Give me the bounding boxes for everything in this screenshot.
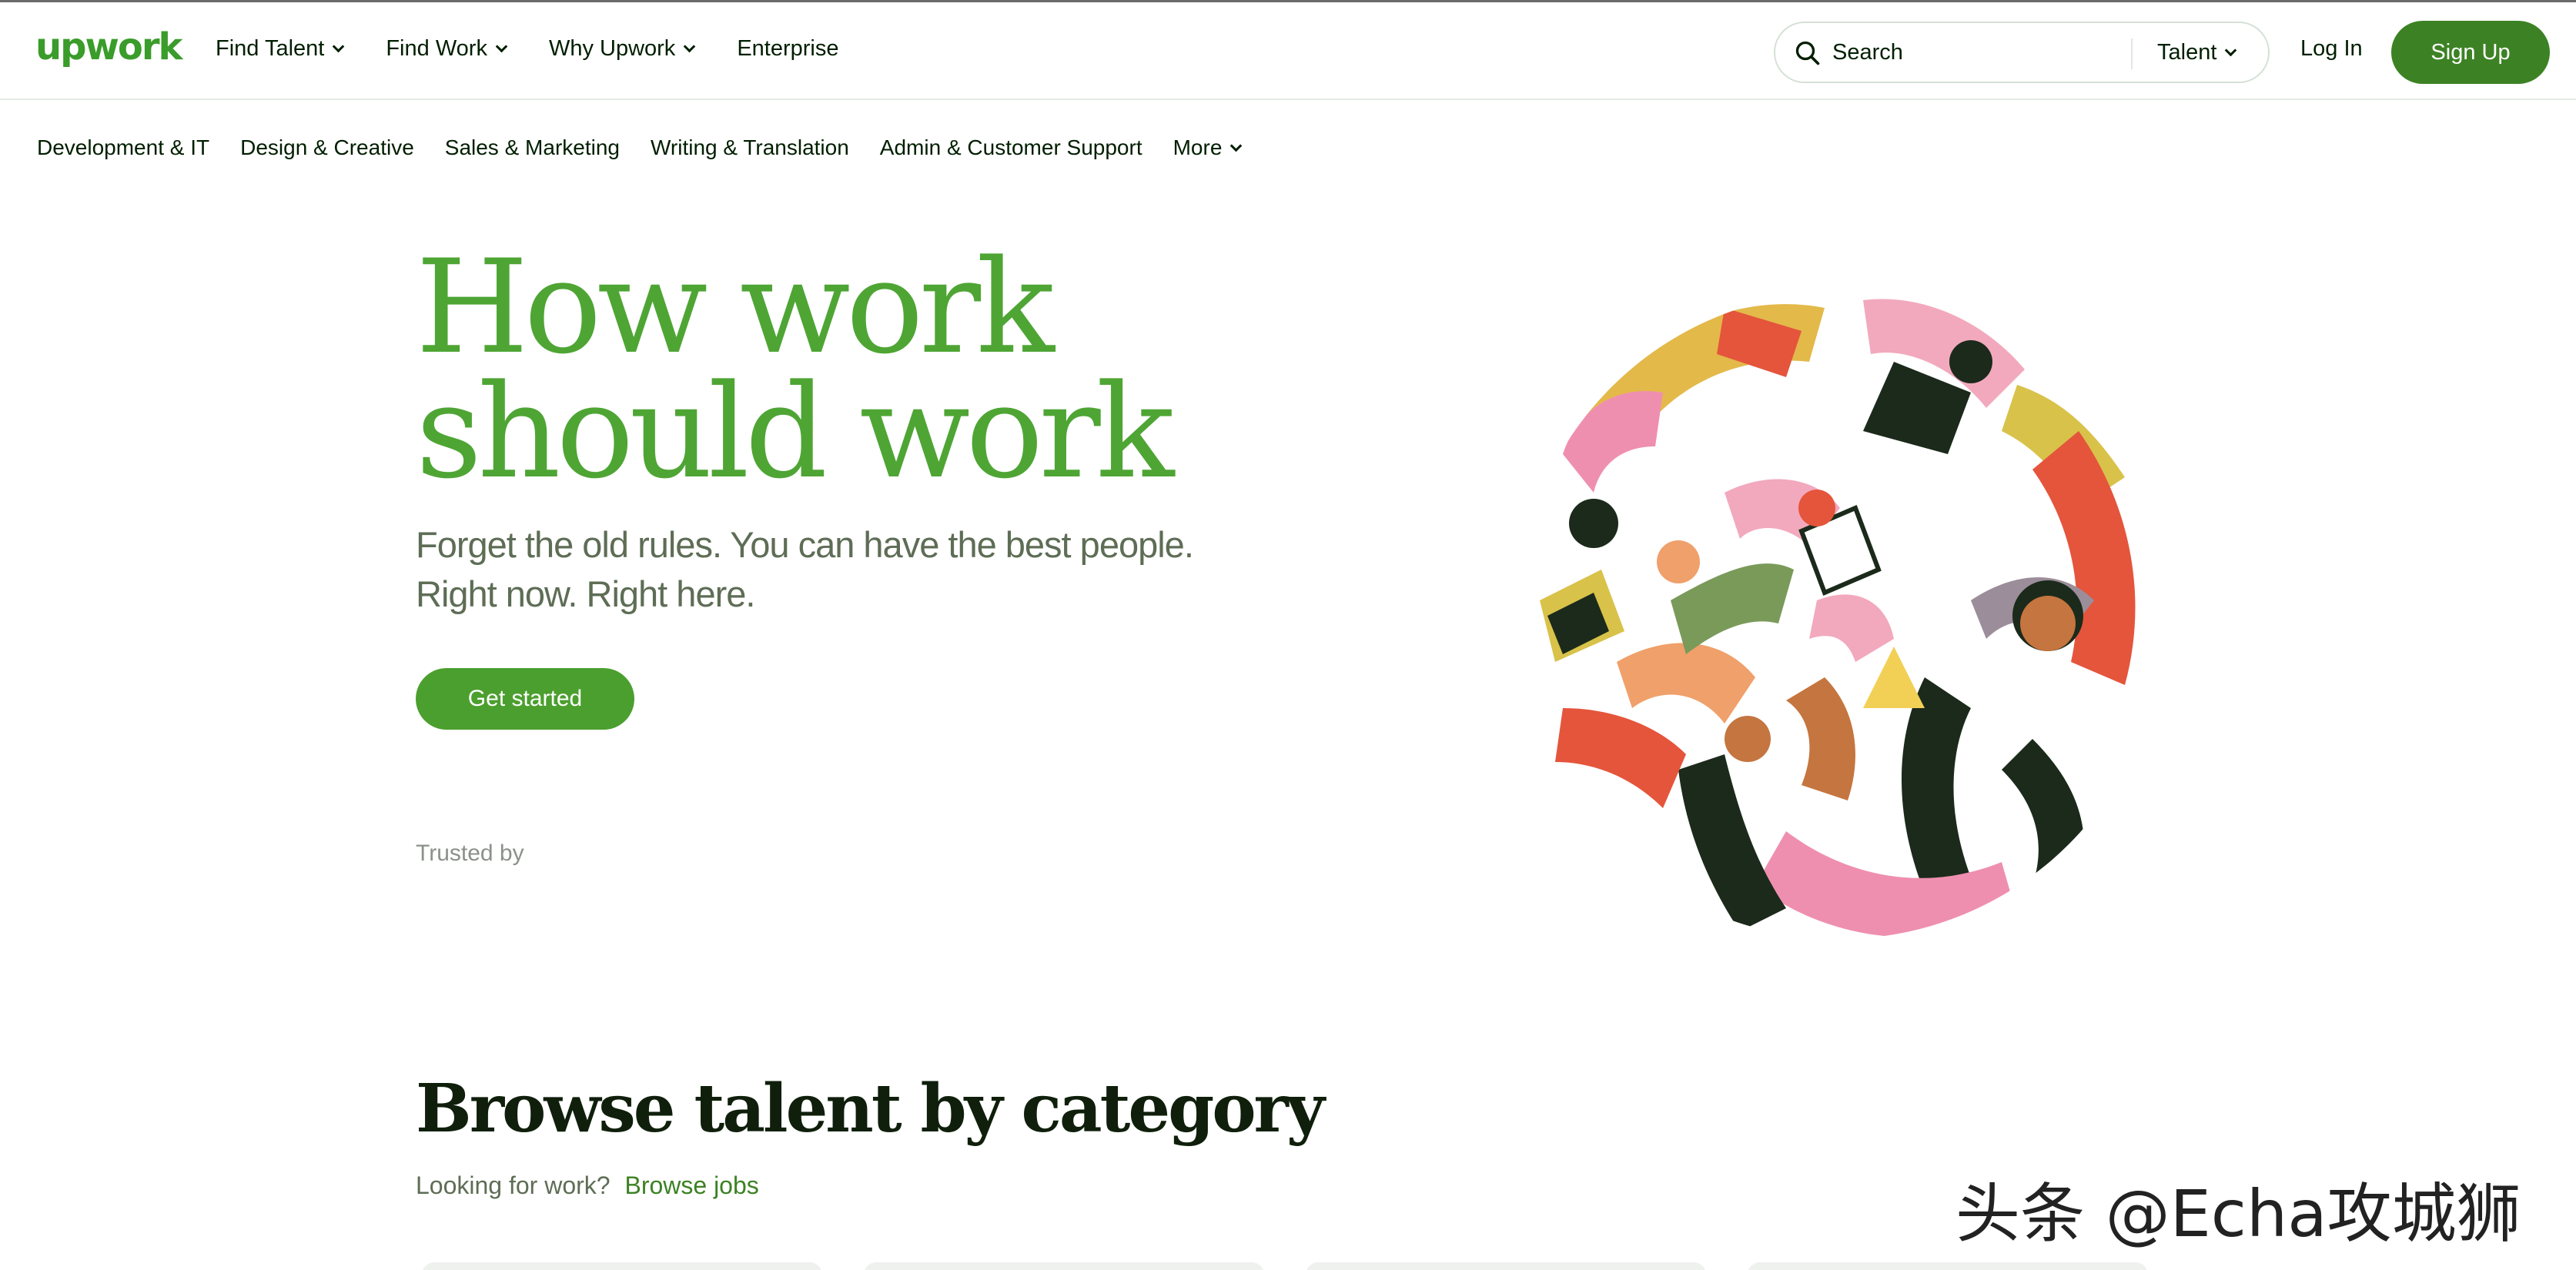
nav-why-upwork-label: Why Upwork xyxy=(548,36,676,61)
category-more-label: More xyxy=(1173,135,1223,159)
nav-why-upwork[interactable]: Why Upwork xyxy=(548,36,696,62)
chevron-down-icon xyxy=(1230,139,1243,152)
trusted-by-label: Trusted by xyxy=(416,841,524,866)
login-link[interactable]: Log In xyxy=(2300,36,2363,62)
search-input[interactable] xyxy=(1832,35,2125,69)
hero-illustration xyxy=(1517,292,2163,939)
chevron-down-icon xyxy=(333,40,345,53)
category-design-creative[interactable]: Design & Creative xyxy=(240,135,414,160)
upwork-logo[interactable]: upwork xyxy=(35,25,182,69)
browse-prompt: Looking for work? xyxy=(416,1171,611,1199)
search-type-dropdown[interactable]: Talent xyxy=(2157,40,2237,65)
search-type-label: Talent xyxy=(2157,40,2217,65)
main-nav: Find Talent Find Work Why Upwork Enterpr… xyxy=(216,36,882,62)
hero-subhead-line1: Forget the old rules. You can have the b… xyxy=(416,524,1194,565)
category-development-it[interactable]: Development & IT xyxy=(37,135,209,160)
get-started-button[interactable]: Get started xyxy=(416,668,634,730)
category-cards xyxy=(422,1262,2148,1270)
chevron-down-icon xyxy=(2225,44,2237,57)
category-admin-support[interactable]: Admin & Customer Support xyxy=(880,135,1142,160)
nav-enterprise-label: Enterprise xyxy=(737,36,839,61)
category-sales-marketing[interactable]: Sales & Marketing xyxy=(445,135,620,160)
hero-subhead-line2: Right now. Right here. xyxy=(416,573,755,614)
chevron-down-icon xyxy=(684,40,696,53)
search-icon xyxy=(1795,41,1820,65)
category-card[interactable] xyxy=(1306,1262,1706,1270)
category-writing-translation[interactable]: Writing & Translation xyxy=(651,135,849,160)
search-divider xyxy=(2131,38,2133,69)
chevron-down-icon xyxy=(495,40,508,53)
hero-headline: How work should work xyxy=(416,242,1174,496)
search-bar[interactable]: Talent xyxy=(1774,22,2270,83)
category-card[interactable] xyxy=(864,1262,1264,1270)
browse-title: Browse talent by category xyxy=(416,1070,1325,1148)
nav-enterprise[interactable]: Enterprise xyxy=(737,36,838,62)
top-navbar: upwork Find Talent Find Work Why Upwork … xyxy=(0,0,2576,100)
hero-subhead: Forget the old rules. You can have the b… xyxy=(416,520,1278,619)
signup-button[interactable]: Sign Up xyxy=(2391,21,2550,84)
browse-subtitle: Looking for work? Browse jobs xyxy=(416,1171,759,1200)
hero-headline-line2: should work xyxy=(416,356,1174,507)
category-nav: Development & IT Design & Creative Sales… xyxy=(37,135,1271,160)
browse-jobs-link[interactable]: Browse jobs xyxy=(624,1171,758,1199)
category-card[interactable] xyxy=(422,1262,822,1270)
nav-find-work-label: Find Work xyxy=(386,36,487,61)
category-more[interactable]: More xyxy=(1173,135,1243,160)
nav-find-work[interactable]: Find Work xyxy=(386,36,508,62)
category-card[interactable] xyxy=(1748,1262,2148,1270)
nav-find-talent[interactable]: Find Talent xyxy=(216,36,345,62)
watermark: 头条 @Echa攻城狮 xyxy=(1955,1176,2521,1252)
nav-find-talent-label: Find Talent xyxy=(216,36,325,61)
